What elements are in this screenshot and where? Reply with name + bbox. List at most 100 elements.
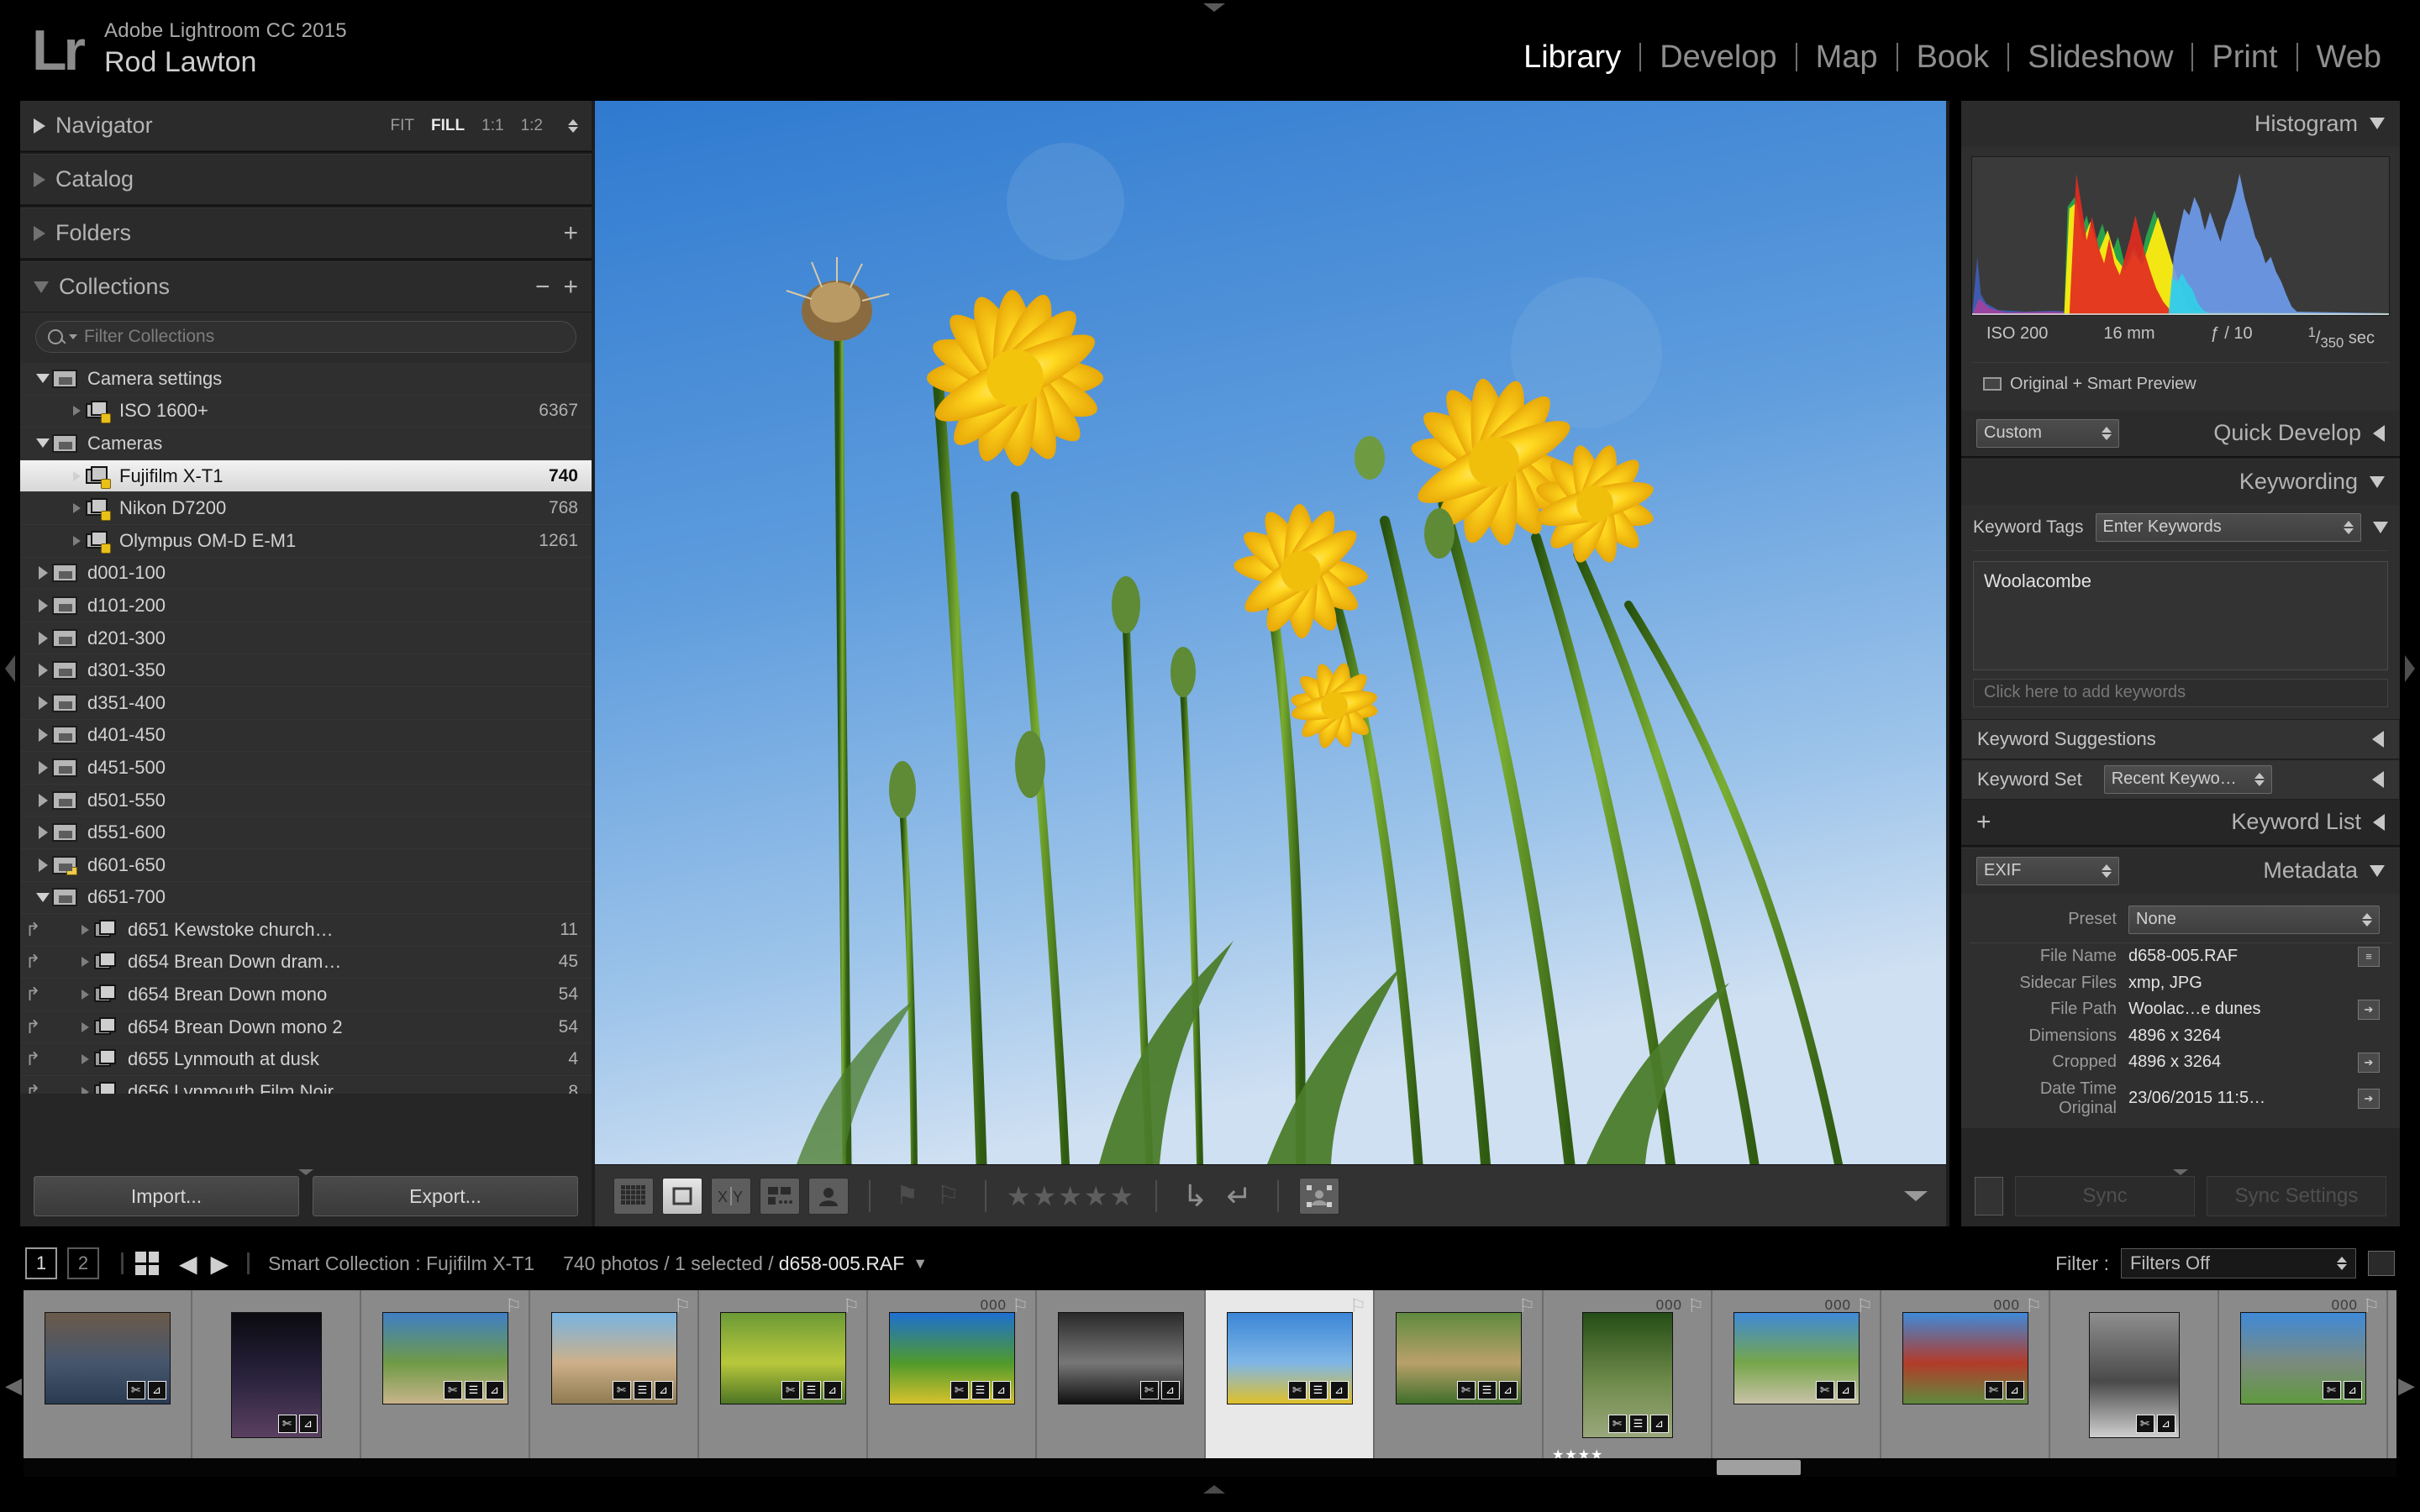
crop-badge-icon[interactable]: ✄	[1287, 1381, 1307, 1399]
right-panel-collapse-icon[interactable]	[2173, 1169, 2188, 1175]
filmstrip-cell[interactable]: ⚐ 000 ✄ ☰ ⊿ ★★★★	[1544, 1290, 1712, 1465]
collection-row[interactable]: ↱ d654 Brean Down mono 54	[20, 979, 592, 1011]
filmstrip-scroll-thumb[interactable]	[1717, 1460, 1801, 1475]
stepper-icon[interactable]	[2246, 772, 2265, 786]
chevron-right-icon[interactable]	[34, 696, 52, 710]
collection-row[interactable]: ISO 1600+ 6367	[20, 396, 592, 428]
crop-badge-icon[interactable]: ✄	[1984, 1381, 2003, 1399]
meta-badge-icon[interactable]: ⊿	[2005, 1381, 2024, 1399]
module-develop[interactable]: Develop	[1641, 39, 1795, 76]
crop-badge-icon[interactable]: ✄	[1456, 1381, 1476, 1399]
stepper-icon[interactable]	[2093, 426, 2112, 440]
keyw-badge-icon[interactable]: ☰	[633, 1381, 652, 1399]
back-arrow-icon[interactable]: ◀	[179, 1250, 197, 1278]
flag-icon[interactable]: ⚐	[1349, 1295, 1366, 1317]
collection-row[interactable]: d001-100	[20, 558, 592, 591]
sync-settings-button[interactable]: Sync Settings	[2207, 1176, 2386, 1216]
arrow-icon[interactable]: ➔	[2358, 1052, 2380, 1073]
metadata-value[interactable]: d658-005.RAF	[2128, 947, 2358, 966]
keyw-badge-icon[interactable]: ☰	[802, 1381, 821, 1399]
navigator-header[interactable]: Navigator FIT FILL 1:1 1:2	[20, 101, 592, 151]
chevron-down-icon[interactable]	[34, 892, 52, 902]
chevron-right-icon[interactable]	[34, 793, 52, 807]
histogram-chart[interactable]	[1971, 156, 2390, 316]
rotate-right-icon[interactable]: ↵	[1226, 1179, 1251, 1214]
meta-badge-icon[interactable]: ⊿	[2343, 1381, 2362, 1399]
stepper-icon[interactable]	[2354, 912, 2372, 927]
meta-badge-icon[interactable]: ⊿	[1649, 1415, 1669, 1433]
chevron-right-icon[interactable]	[76, 1054, 94, 1065]
meta-badge-icon[interactable]: ⊿	[823, 1381, 842, 1399]
collection-row[interactable]: d451-500	[20, 752, 592, 785]
filmstrip-cell[interactable]: ⚐ 000 ✄ ⊿	[2219, 1290, 2388, 1465]
filmstrip-cell[interactable]: ✄ ⊿	[24, 1290, 192, 1465]
collection-row[interactable]: d601-650	[20, 849, 592, 882]
chevron-right-icon[interactable]	[76, 1086, 94, 1094]
add-folder-icon[interactable]: +	[563, 219, 578, 248]
chevron-down-icon[interactable]	[34, 374, 52, 384]
sync-collection-icon[interactable]: ↱	[25, 1016, 45, 1038]
collections-header[interactable]: Collections − +	[20, 262, 592, 312]
filmstrip-cell[interactable]: ⚐ ✄ ☰ ⊿	[1375, 1290, 1544, 1465]
crop-badge-icon[interactable]: ✄	[2322, 1381, 2341, 1399]
stepper-icon[interactable]	[2335, 520, 2354, 534]
rotate-left-icon[interactable]: ↳	[1182, 1179, 1207, 1214]
left-panel-toggle-icon[interactable]	[5, 655, 15, 682]
chevron-right-icon[interactable]	[34, 760, 52, 774]
filmstrip-cell[interactable]: ⚐ ✄ ☰ ⊿	[699, 1290, 868, 1465]
collection-row[interactable]: ↱ d655 Lynmouth at dusk 4	[20, 1043, 592, 1077]
chevron-right-icon[interactable]	[76, 957, 94, 968]
flag-pick-icon[interactable]: ⚑	[896, 1181, 918, 1210]
zoom-1-2[interactable]: 1:2	[521, 117, 543, 135]
list-icon[interactable]: ≡	[2358, 946, 2380, 967]
chevron-right-icon[interactable]	[67, 535, 86, 546]
remove-collection-icon[interactable]: −	[535, 273, 550, 302]
flag-reject-icon[interactable]: ⚐	[937, 1181, 960, 1210]
sync-collection-icon[interactable]: ↱	[25, 919, 45, 941]
filter-select[interactable]: Filters Off	[2121, 1248, 2356, 1278]
bottom-panel-toggle-icon[interactable]	[1203, 1485, 1225, 1494]
flag-icon[interactable]: ⚐	[843, 1295, 860, 1317]
crop-badge-icon[interactable]: ✄	[277, 1415, 297, 1433]
meta-badge-icon[interactable]: ⊿	[485, 1381, 504, 1399]
flag-icon[interactable]: ⚐	[505, 1295, 522, 1317]
chevron-right-icon[interactable]	[34, 631, 52, 645]
flag-icon[interactable]: ⚐	[2363, 1295, 2380, 1317]
sync-collection-icon[interactable]: ↱	[25, 1048, 45, 1070]
top-panel-toggle-icon[interactable]	[1203, 3, 1225, 12]
metadata-value[interactable]: 23/06/2015 11:5…	[2128, 1089, 2358, 1108]
metadata-preset-select[interactable]: None	[2128, 905, 2380, 934]
module-web[interactable]: Web	[2298, 39, 2400, 76]
crop-badge-icon[interactable]: ✄	[126, 1381, 145, 1399]
stepper-icon[interactable]	[2328, 1257, 2347, 1270]
crop-badge-icon[interactable]: ✄	[612, 1381, 631, 1399]
catalog-header[interactable]: Catalog	[20, 155, 592, 205]
metadata-value[interactable]: Woolac…e dunes	[2128, 1000, 2358, 1019]
collection-row[interactable]: Olympus OM-D E-M1 1261	[20, 525, 592, 558]
sync-mode-toggle[interactable]	[1975, 1177, 2003, 1215]
keyword-set-select[interactable]: Recent Keywo…	[2103, 764, 2272, 794]
meta-badge-icon[interactable]: ⊿	[2156, 1415, 2175, 1433]
collection-row[interactable]: d651-700	[20, 882, 592, 915]
toolbar-options-icon[interactable]	[1904, 1190, 1928, 1201]
flag-icon[interactable]: ⚐	[1856, 1295, 1873, 1317]
crop-badge-icon[interactable]: ✄	[950, 1381, 969, 1399]
flag-icon[interactable]: ⚐	[1518, 1295, 1535, 1317]
crop-badge-icon[interactable]: ✄	[1139, 1381, 1159, 1399]
quick-develop-header[interactable]: Custom Quick Develop	[1961, 410, 2400, 456]
crop-badge-icon[interactable]: ✄	[1815, 1381, 1834, 1399]
keyw-badge-icon[interactable]: ☰	[464, 1381, 483, 1399]
filmstrip-cell[interactable]: ⚐ 000 ✄ ⊿	[1712, 1290, 1881, 1465]
add-keywords-input[interactable]: Click here to add keywords	[1973, 678, 2388, 707]
module-book[interactable]: Book	[1898, 39, 2008, 76]
sync-collection-icon[interactable]: ↱	[25, 951, 45, 973]
chevron-right-icon[interactable]	[34, 664, 52, 678]
filmstrip-next-icon[interactable]: ▶	[2398, 1373, 2415, 1399]
crop-badge-icon[interactable]: ✄	[2135, 1415, 2154, 1433]
filmstrip-cell[interactable]: ⚐ ✄ ☰ ⊿	[361, 1290, 530, 1465]
folders-header[interactable]: Folders +	[20, 208, 592, 259]
chevron-right-icon[interactable]	[67, 503, 86, 514]
main-window-button[interactable]: 1	[25, 1247, 57, 1279]
chevron-right-icon[interactable]	[34, 826, 52, 840]
crop-badge-icon[interactable]: ✄	[1607, 1415, 1627, 1433]
